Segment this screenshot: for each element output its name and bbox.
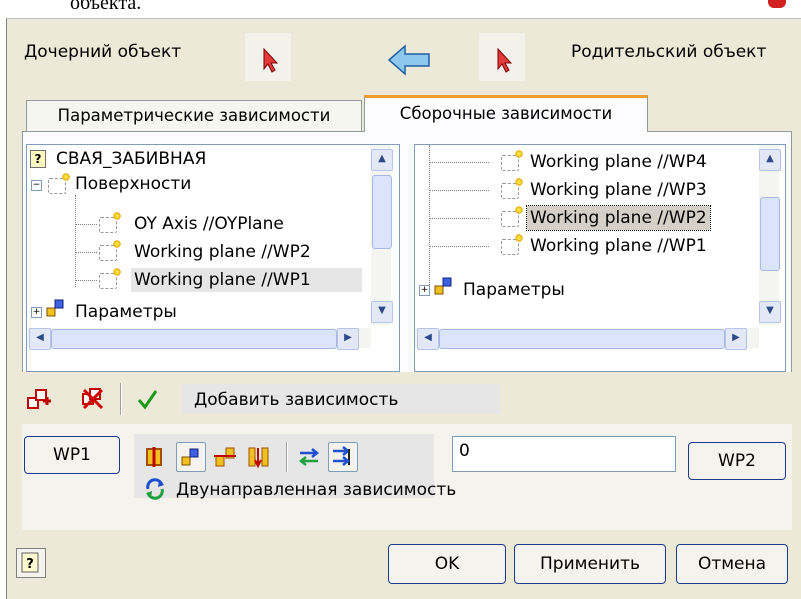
scroll-right-icon[interactable]: ▶ — [337, 328, 359, 350]
child-object-label: Дочерний объект — [24, 42, 182, 62]
plane-icon — [99, 268, 121, 289]
plane-icon — [501, 178, 523, 199]
scroll-up-icon[interactable]: ▲ — [759, 149, 781, 171]
tab-assembly[interactable]: Сборочные зависимости — [364, 95, 648, 132]
align-button-active[interactable] — [176, 442, 206, 472]
horizontal-scrollbar[interactable]: ◀ ▶ — [27, 328, 371, 350]
horizontal-scrollbar[interactable]: ◀ ▶ — [415, 328, 759, 350]
tree-item-oyaxis[interactable]: OY Axis //OYPlane — [131, 212, 287, 236]
tree-item-wp1[interactable]: Working plane //WP1 — [131, 268, 362, 292]
parent-tree[interactable]: Working plane //WP4 Working plane //WP3 … — [414, 144, 786, 372]
pick-child-button[interactable] — [244, 32, 292, 82]
add-dependency-label: Добавить зависимость — [182, 384, 500, 414]
cancel-button[interactable]: Отмена — [676, 544, 788, 584]
close-edge-fragment — [768, 0, 786, 8]
tree-params[interactable]: Параметры — [460, 278, 568, 302]
scroll-up-icon[interactable]: ▲ — [371, 149, 393, 171]
plane-icon — [501, 234, 523, 255]
wp2-button[interactable]: WP2 — [688, 442, 786, 480]
ok-button[interactable]: OK — [388, 544, 506, 584]
tree-item-wp2[interactable]: Working plane //WP2 — [131, 240, 314, 264]
tree-root[interactable]: СВАЯ_ЗАБИВНАЯ — [53, 147, 209, 171]
tab-parametric[interactable]: Параметрические зависимости — [26, 100, 362, 132]
direction-arrow-icon — [385, 40, 433, 80]
offset-input[interactable]: 0 — [452, 436, 676, 472]
help-doc-icon: ? — [21, 552, 39, 573]
vertical-scrollbar[interactable]: ▲ ▼ — [371, 145, 393, 325]
scroll-left-icon[interactable]: ◀ — [417, 328, 439, 350]
plane-icon — [501, 150, 523, 171]
scroll-thumb[interactable] — [372, 175, 392, 249]
parameters-icon — [433, 275, 455, 297]
delete-dependency-icon[interactable] — [80, 386, 106, 412]
folder-icon — [48, 173, 70, 194]
svg-text:?: ? — [26, 557, 34, 572]
pointer-icon — [263, 47, 279, 73]
wp1-button[interactable]: WP1 — [24, 436, 120, 474]
collapse-icon[interactable]: − — [31, 180, 42, 191]
scroll-left-icon[interactable]: ◀ — [29, 328, 51, 350]
offset-icon[interactable] — [246, 444, 272, 470]
add-dependency-icon[interactable] — [26, 386, 52, 412]
plane-icon — [501, 206, 523, 227]
pick-parent-button[interactable] — [478, 32, 526, 82]
plane-icon — [99, 212, 121, 233]
parent-object-label: Родительский объект — [571, 42, 767, 62]
tree-item-wp2-selected[interactable]: Working plane //WP2 — [526, 205, 711, 231]
mate-icon[interactable] — [212, 444, 238, 470]
flip-button-active[interactable] — [328, 442, 358, 472]
bidirectional-label: Двунаправленная зависимость — [176, 480, 457, 500]
help-doc-icon: ? — [30, 150, 46, 168]
tree-group-surfaces[interactable]: Поверхности — [72, 172, 194, 196]
child-tree[interactable]: ? СВАЯ_ЗАБИВНАЯ − Поверхности OY Axis //… — [26, 144, 400, 372]
scroll-down-icon[interactable]: ▼ — [371, 301, 393, 323]
checkmark-icon[interactable] — [134, 386, 160, 412]
coincident-icon[interactable] — [142, 444, 168, 470]
pointer-icon — [497, 47, 513, 73]
plane-icon — [99, 240, 121, 261]
top-caption: объекта. — [70, 0, 142, 14]
tree-item-wp4[interactable]: Working plane //WP4 — [527, 150, 710, 174]
tree-item-wp1[interactable]: Working plane //WP1 — [527, 234, 710, 258]
hscroll-thumb[interactable] — [51, 329, 337, 349]
tree-params[interactable]: Параметры — [72, 300, 180, 324]
scroll-down-icon[interactable]: ▼ — [759, 301, 781, 323]
tree-item-wp3[interactable]: Working plane //WP3 — [527, 178, 710, 202]
parameters-icon — [45, 297, 67, 319]
expand-icon[interactable]: + — [419, 285, 430, 296]
expand-icon[interactable]: + — [31, 307, 42, 318]
scroll-thumb[interactable] — [760, 197, 780, 271]
flip-icon — [333, 446, 351, 466]
hscroll-thumb[interactable] — [439, 329, 725, 349]
apply-button[interactable]: Применить — [514, 544, 666, 584]
refresh-icon[interactable] — [140, 475, 170, 503]
vertical-scrollbar[interactable]: ▲ ▼ — [759, 145, 781, 325]
swap-icon[interactable] — [296, 444, 322, 470]
align-icon — [181, 448, 199, 466]
help-button[interactable]: ? — [16, 548, 46, 578]
scroll-right-icon[interactable]: ▶ — [725, 328, 747, 350]
